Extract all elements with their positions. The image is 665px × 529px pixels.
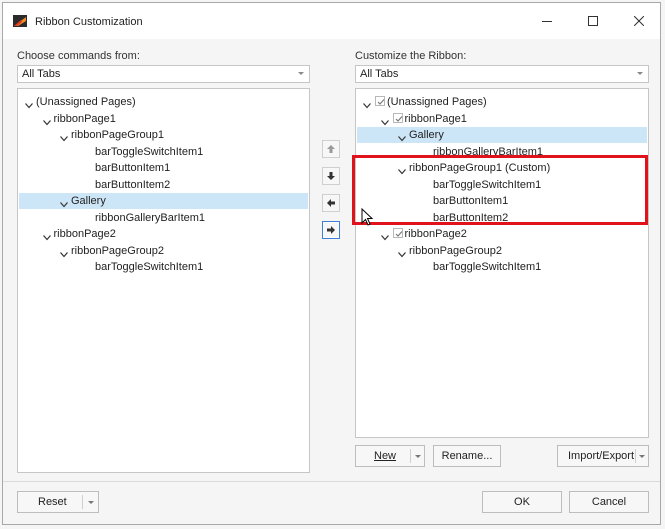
tree-node-label: ribbonPage2: [404, 228, 467, 240]
split-divider: [82, 495, 83, 509]
tree-node[interactable]: ribbonPageGroup1: [19, 127, 308, 143]
chevron-down-icon: [415, 455, 421, 458]
rename-button-label: Rename...: [441, 450, 493, 462]
new-button[interactable]: New: [355, 445, 425, 467]
arrow-down-icon: [327, 172, 335, 180]
tree-node[interactable]: (Unassigned Pages): [357, 94, 647, 110]
tree-node-label: Gallery: [409, 129, 444, 141]
chevron-down-icon[interactable]: [398, 131, 406, 142]
tree-node-label: barToggleSwitchItem1: [95, 145, 204, 158]
tree-node-label: (Unassigned Pages): [36, 96, 136, 108]
chevron-down-icon: [298, 72, 304, 75]
tree-node[interactable]: ribbonPageGroup2: [19, 243, 308, 259]
split-divider: [410, 449, 411, 463]
ok-button[interactable]: OK: [482, 491, 562, 513]
chevron-down-icon[interactable]: [363, 98, 371, 109]
ribbon-customization-dialog: Ribbon Customization Choose commands fro…: [2, 2, 661, 525]
tree-node[interactable]: ribbonPage2: [19, 226, 308, 242]
import-export-button[interactable]: Import/Export: [557, 445, 649, 467]
tree-node[interactable]: barButtonItem2: [19, 177, 308, 193]
tree-node[interactable]: barToggleSwitchItem1: [357, 259, 647, 275]
chevron-down-icon[interactable]: [42, 230, 51, 241]
chevron-down-icon[interactable]: [60, 247, 68, 257]
visibility-checkbox[interactable]: [375, 96, 385, 106]
maximize-icon: [588, 16, 598, 26]
chevron-down-icon[interactable]: [60, 131, 68, 142]
footer-divider: [3, 481, 660, 482]
tree-node-label: ribbonPageGroup2: [71, 244, 164, 257]
tree-node[interactable]: ribbonPage1: [19, 111, 308, 127]
app-logo-icon: [13, 15, 27, 27]
move-right-button[interactable]: [322, 221, 340, 239]
minimize-icon: [542, 21, 552, 22]
arrow-up-icon: [327, 145, 335, 153]
tree-node[interactable]: barToggleSwitchItem1: [19, 144, 308, 160]
reset-button-label: Reset: [38, 496, 67, 508]
chevron-down-icon[interactable]: [42, 115, 51, 125]
tree-node-label: barButtonItem2: [95, 178, 171, 191]
tree-node-label: ribbonPage2: [53, 228, 116, 240]
ok-button-label: OK: [514, 496, 530, 508]
tree-node-label: ribbonGalleryBarItem1: [95, 211, 206, 224]
visibility-checkbox[interactable]: [392, 112, 403, 123]
tree-node[interactable]: barButtonItem1: [19, 160, 308, 176]
close-icon: [634, 16, 644, 26]
choose-commands-value: All Tabs: [22, 68, 61, 80]
reset-button[interactable]: Reset: [17, 491, 99, 513]
title-bar: Ribbon Customization: [3, 3, 660, 39]
tree-node-label: barButtonItem1: [95, 162, 171, 174]
tree-node[interactable]: ribbonPageGroup2: [357, 243, 647, 259]
tree-node-label: barToggleSwitchItem1: [95, 261, 204, 273]
ribbon-tree[interactable]: (Unassigned Pages) ribbonPage1 Gallery ribb…: [355, 88, 649, 438]
tree-node[interactable]: ribbonGalleryBarItem1: [19, 210, 308, 226]
tree-node[interactable]: ribbonPage1: [357, 111, 647, 127]
minimize-button[interactable]: [524, 3, 570, 39]
annotation-highlight-box: [352, 155, 648, 225]
customize-ribbon-combo[interactable]: All Tabs: [355, 65, 649, 83]
tree-node[interactable]: (Unassigned Pages): [19, 94, 308, 110]
maximize-button[interactable]: [570, 3, 616, 39]
new-button-label: New: [374, 450, 397, 462]
chevron-down-icon: [637, 72, 643, 75]
chevron-down-icon: [639, 455, 645, 458]
import-export-button-label: Import/Export: [568, 450, 635, 462]
cancel-button[interactable]: Cancel: [569, 491, 649, 513]
tree-node[interactable]: barToggleSwitchItem1: [19, 259, 308, 275]
tree-node-label: ribbonPageGroup1: [71, 129, 164, 141]
tree-node-label: ribbonPage1: [53, 112, 116, 125]
move-up-button[interactable]: [322, 140, 340, 158]
visibility-checkbox[interactable]: [392, 228, 403, 238]
close-button[interactable]: [616, 3, 662, 39]
tree-node-label: Gallery: [71, 195, 106, 207]
tree-node-label: ribbonPageGroup2: [409, 244, 502, 257]
mouse-pointer-icon: [361, 208, 373, 226]
chevron-down-icon: [88, 501, 94, 504]
split-divider: [635, 449, 636, 463]
commands-tree[interactable]: (Unassigned Pages) ribbonPage1 ribbonPageG…: [17, 88, 310, 473]
tree-node[interactable]: Gallery: [357, 127, 647, 143]
chevron-down-icon[interactable]: [25, 98, 33, 109]
window-title: Ribbon Customization: [35, 16, 143, 28]
tree-node[interactable]: Gallery: [19, 193, 308, 209]
arrow-right-icon: [327, 226, 335, 234]
tree-node-label: ribbonPage1: [404, 112, 467, 125]
move-left-button[interactable]: [322, 194, 340, 212]
cancel-button-label: Cancel: [591, 496, 627, 508]
chevron-down-icon[interactable]: [380, 115, 389, 125]
tree-node-label: barToggleSwitchItem1: [433, 261, 542, 273]
arrow-left-icon: [327, 199, 335, 207]
customize-ribbon-label: Customize the Ribbon:: [355, 50, 467, 62]
rename-button[interactable]: Rename...: [433, 445, 501, 467]
choose-commands-combo[interactable]: All Tabs: [17, 65, 310, 83]
customize-ribbon-value: All Tabs: [360, 68, 399, 80]
tree-node[interactable]: ribbonPage2: [357, 226, 647, 242]
chevron-down-icon[interactable]: [380, 230, 389, 241]
tree-node-label: (Unassigned Pages): [387, 96, 487, 108]
chevron-down-icon[interactable]: [398, 247, 406, 257]
move-down-button[interactable]: [322, 167, 340, 185]
chevron-down-icon[interactable]: [60, 197, 68, 208]
choose-commands-label: Choose commands from:: [17, 50, 140, 62]
